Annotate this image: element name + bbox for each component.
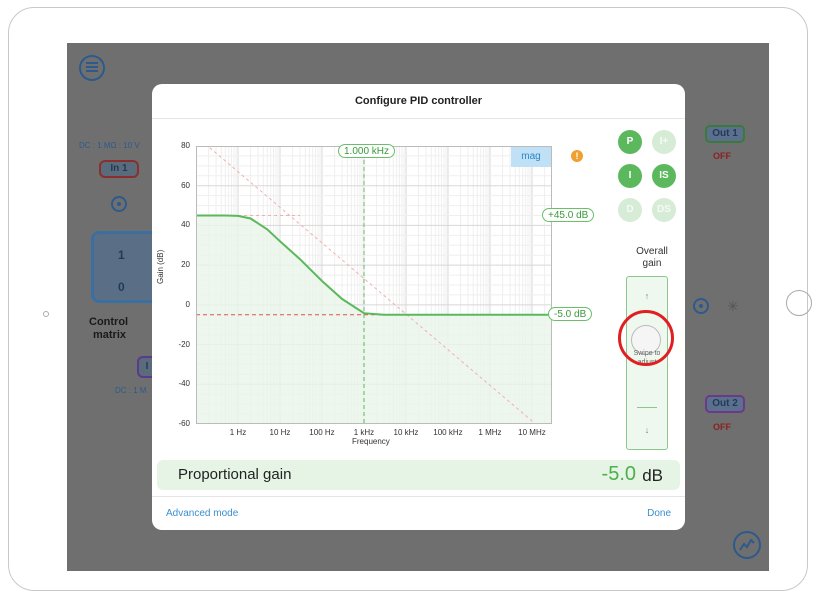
overall-gain-line2: gain [642,258,662,269]
slider-divider [637,407,657,408]
bode-plot[interactable] [196,146,552,424]
y-tick-label: 60 [181,180,190,190]
x-axis-label: Frequency [352,437,390,446]
output-2-node[interactable]: Out 2 [705,395,745,413]
down-arrow-icon: ↓ [644,425,650,435]
high-gain-marker[interactable]: +45.0 dB [542,208,595,222]
term-i-plus-button[interactable]: I+ [652,130,676,154]
term-is-button[interactable]: IS [652,164,676,188]
x-tick-label: 100 kHz [433,428,463,437]
y-tick-label: 20 [181,260,190,270]
y-tick-label: 80 [181,141,190,150]
input-info: DC : 1 MΩ : 10 V [79,141,140,150]
app-screen: DC : 1 MΩ : 10 V In 1 1 0 Control matrix… [67,43,769,571]
proportional-gain-label: Proportional gain [178,466,292,483]
dialog-title: Configure PID controller [152,84,685,119]
term-ds-button[interactable]: DS [652,198,676,222]
x-tick-label: 1 Hz [229,428,247,437]
matrix-label: matrix [93,329,127,341]
up-arrow-icon: ↑ [644,291,650,301]
done-button[interactable]: Done [647,508,671,519]
output-1-state: OFF [713,151,731,161]
loading-icon: ✳ [727,298,739,314]
term-p-button[interactable]: P [618,130,642,154]
x-tick-label: 1 MHz [478,428,502,437]
mag-toggle[interactable]: mag [511,147,551,167]
overall-gain-title: Overall gain [622,246,682,270]
camera [43,311,49,317]
y-tick-label: -40 [178,379,190,389]
home-button[interactable] [786,290,812,316]
frequency-marker[interactable]: 1.000 kHz [338,144,396,158]
dialog-footer: Advanced mode Done [152,496,685,530]
input-1-port-icon[interactable] [111,196,127,212]
advanced-mode-link[interactable]: Advanced mode [166,508,238,519]
x-tick-label: 10 MHz [518,428,546,437]
highlight-circle [618,310,674,366]
x-tick-label: 1 kHz [353,428,375,437]
term-i-button[interactable]: I [618,164,642,188]
x-tick-label: 10 Hz [269,428,291,437]
proportional-gain-unit: dB [642,466,663,485]
port-icon[interactable] [693,298,709,314]
y-tick-label: 0 [185,299,190,309]
pid-dialog: Configure PID controller 80 60 40 20 0 -20 -40… [152,84,685,530]
menu-icon[interactable] [79,55,105,81]
y-axis-label: Gain (dB) [156,249,165,284]
input-1-node[interactable]: In 1 [99,160,139,178]
y-tick-label: -20 [178,339,190,349]
output-1-node[interactable]: Out 1 [705,125,745,143]
proportional-gain-bar[interactable]: Proportional gain -5.0 dB [157,460,680,490]
warning-icon[interactable]: ! [571,150,583,162]
output-2-state: OFF [713,422,731,432]
term-d-button[interactable]: D [618,198,642,222]
x-tick-label: 10 kHz [393,428,419,437]
chart-icon[interactable] [733,531,761,559]
matrix-label: Control [89,316,129,328]
overall-gain-line1: Overall [636,246,668,257]
y-tick-label: 40 [181,220,190,230]
input-2-info: DC : 1 M [115,386,147,395]
low-gain-marker[interactable]: -5.0 dB [548,307,593,321]
y-tick-label: -60 [178,419,190,428]
x-tick-label: 100 Hz [309,428,335,437]
matrix-cell: 0 [118,280,125,294]
proportional-gain-value: -5.0 [601,463,636,485]
matrix-cell: 1 [118,248,125,262]
